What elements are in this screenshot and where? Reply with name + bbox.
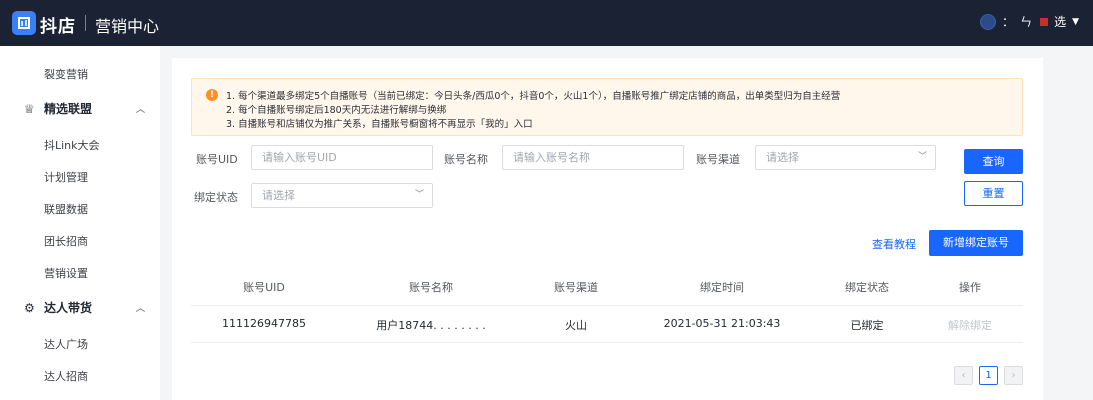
chevron-down-icon: ﹀: [917, 152, 927, 162]
sidebar-item-data[interactable]: 联盟数据: [44, 201, 88, 217]
main-panel: ! 1. 每个渠道最多绑定5个自播账号（当前已绑定：今日头条/西瓜0个，抖音0个…: [172, 58, 1043, 400]
tutorial-link[interactable]: 查看教程: [872, 236, 916, 252]
sidebar-group-alliance[interactable]: ♕ 精选联盟 ︿: [24, 100, 145, 117]
user-name: 选: [1054, 15, 1067, 29]
column-header: 绑定时间: [700, 281, 744, 294]
crown-icon: ♕: [24, 101, 35, 116]
sidebar-group-label: 精选联盟: [44, 102, 93, 116]
column-header: 账号名称: [409, 281, 453, 294]
row-divider: [191, 342, 1023, 343]
uid-label: 账号UID: [196, 153, 238, 166]
notice-line: 1. 每个渠道最多绑定5个自播账号（当前已绑定：今日头条/西瓜0个，抖音0个，火…: [226, 91, 841, 102]
status-label: 绑定状态: [194, 191, 238, 204]
channel-label: 账号渠道: [696, 153, 740, 166]
notice-line: 2. 每个自播账号绑定后180天内无法进行解绑与换绑: [226, 105, 447, 116]
logo-icon[interactable]: [12, 11, 36, 35]
sidebar-group-influencer[interactable]: ⚙ 达人带货 ︿: [24, 299, 145, 316]
status-select-value: 请选择: [262, 189, 295, 202]
pager-next-button[interactable]: ›: [1004, 366, 1023, 385]
name-input[interactable]: 请输入账号名称: [502, 145, 684, 170]
chevron-up-icon: ︿: [136, 304, 146, 314]
cell-status: 已绑定: [850, 319, 884, 332]
user-menu[interactable]: ： ㄣ 选 ▼: [980, 13, 1079, 30]
cell-bind-time: 2021-05-31 21:03:43: [663, 317, 781, 330]
warning-icon: !: [206, 89, 218, 101]
top-bar: 抖店 营销中心 ： ㄣ 选 ▼: [0, 0, 1093, 46]
header-divider: [85, 15, 86, 31]
sidebar-item-plan[interactable]: 计划管理: [44, 169, 88, 185]
logo-text[interactable]: 抖店: [40, 12, 76, 37]
chevron-down-icon: ﹀: [414, 190, 424, 200]
cell-uid: 111126947785: [222, 317, 306, 330]
flag-icon: [1040, 17, 1049, 26]
column-header: 操作: [959, 281, 981, 294]
caret-down-icon[interactable]: ▼: [1072, 17, 1079, 27]
cell-channel: 火山: [565, 319, 587, 332]
sidebar-group-label: 达人带货: [44, 301, 93, 315]
sidebar-item-square[interactable]: 达人广场: [44, 336, 88, 352]
channel-select-value: 请选择: [766, 151, 799, 164]
chevron-up-icon: ︿: [136, 105, 146, 115]
status-select[interactable]: 请选择 ﹀: [251, 183, 433, 208]
uid-input[interactable]: 请输入账号UID: [251, 145, 433, 170]
reset-button[interactable]: 重置: [964, 181, 1023, 206]
pager-page-1[interactable]: 1: [979, 366, 998, 385]
pager-prev-button[interactable]: ‹: [954, 366, 973, 385]
user-name-mid: ㄣ: [1020, 15, 1033, 29]
sidebar-item-link[interactable]: 抖Link大会: [44, 137, 100, 153]
avatar[interactable]: [980, 13, 997, 30]
sidebar-item-recruit[interactable]: 达人招商: [44, 368, 88, 384]
app-title: 营销中心: [95, 17, 160, 36]
sidebar-item-settings[interactable]: 营销设置: [44, 265, 88, 281]
column-header: 账号UID: [243, 281, 285, 294]
channel-select[interactable]: 请选择 ﹀: [755, 145, 936, 170]
sidebar: 裂变营销 ♕ 精选联盟 ︿ 抖Link大会 计划管理 联盟数据 团长招商 营销设…: [0, 46, 160, 400]
sidebar-item-leader[interactable]: 团长招商: [44, 233, 88, 249]
cell-name: 用户18744. . . . . . . .: [376, 319, 486, 332]
gear-icon: ⚙: [24, 300, 35, 315]
add-account-button[interactable]: 新增绑定账号: [929, 230, 1023, 256]
column-header: 账号渠道: [554, 281, 598, 294]
query-button[interactable]: 查询: [964, 149, 1023, 174]
column-header: 绑定状态: [845, 281, 889, 294]
sidebar-item-fission[interactable]: 裂变营销: [44, 66, 88, 82]
name-label: 账号名称: [444, 153, 488, 166]
user-name-prefix: ：: [1002, 15, 1015, 29]
unbind-button[interactable]: 解除绑定: [930, 317, 1010, 333]
notice-line: 3. 自播账号和店铺仅为推广关系，自播账号橱窗将不再显示「我的」入口: [226, 119, 533, 130]
notice-banner: ! 1. 每个渠道最多绑定5个自播账号（当前已绑定：今日头条/西瓜0个，抖音0个…: [191, 78, 1023, 136]
